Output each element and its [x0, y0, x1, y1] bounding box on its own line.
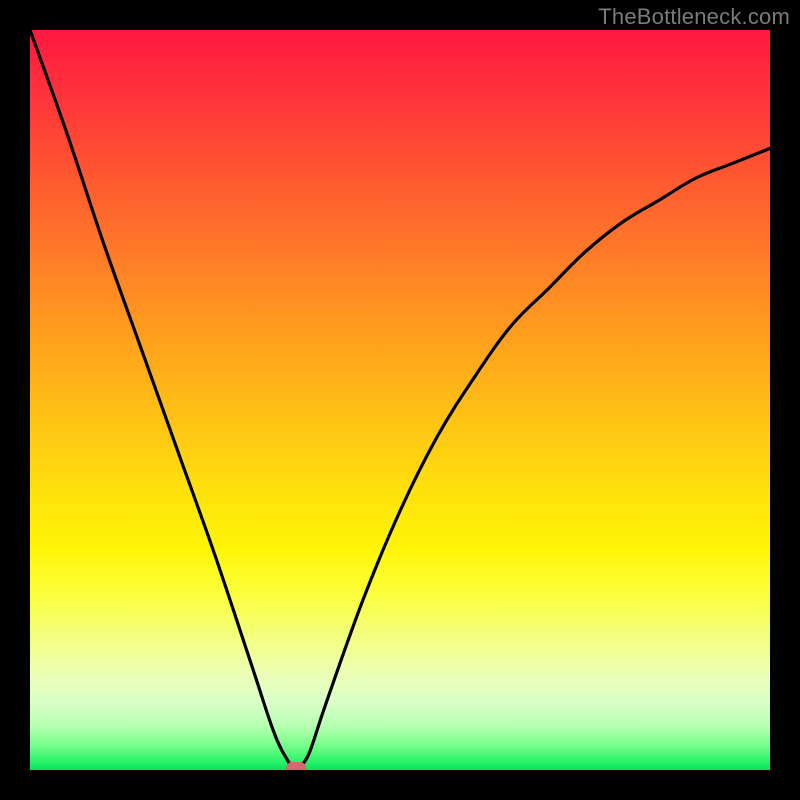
watermark-text: TheBottleneck.com — [598, 4, 790, 30]
minimum-marker — [286, 762, 306, 770]
bottleneck-curve — [30, 30, 770, 770]
chart-frame — [30, 30, 770, 770]
